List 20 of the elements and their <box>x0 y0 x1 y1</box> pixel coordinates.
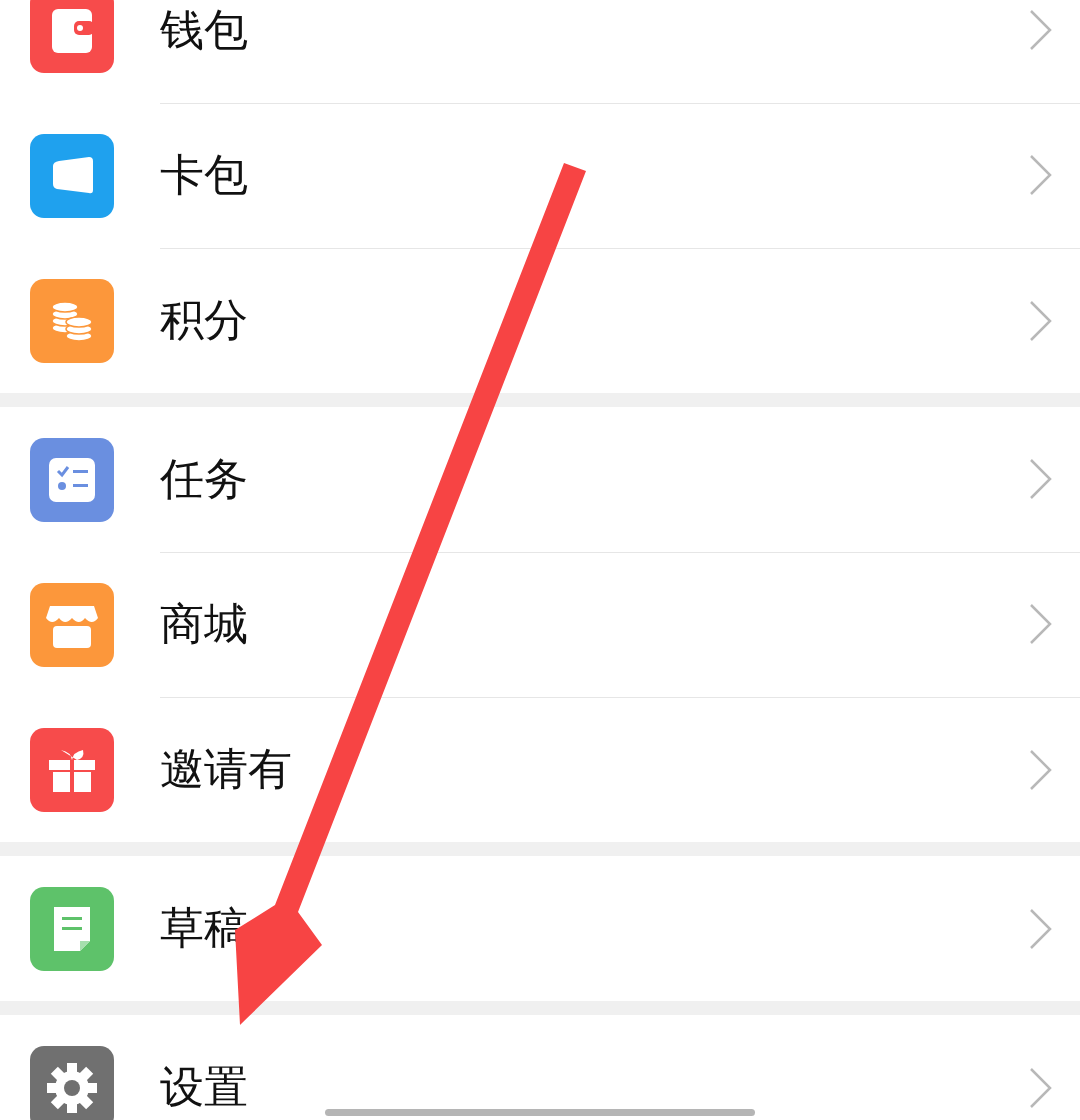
menu-label: 任务 <box>160 454 248 504</box>
chevron-right-icon <box>1028 1065 1054 1110</box>
menu-label: 积分 <box>160 296 248 345</box>
menu-label: 钱包 <box>160 5 248 55</box>
menu-label: 设置 <box>160 1063 248 1112</box>
chevron-right-icon <box>1028 8 1054 52</box>
chevron-right-icon <box>1028 153 1054 197</box>
menu-item[interactable]: 钱包 <box>0 0 1080 103</box>
chevron-right-icon <box>1028 457 1054 501</box>
wallet-icon <box>50 6 94 55</box>
menu-label: 卡包 <box>160 150 248 200</box>
menu-label: 邀请有 <box>160 745 292 794</box>
chevron-right-icon <box>1028 298 1054 343</box>
chevron-right-icon <box>1028 602 1054 646</box>
chevron-right-icon <box>1028 906 1054 951</box>
chevron-right-icon <box>1028 747 1054 792</box>
document-icon <box>52 904 92 953</box>
menu-label: 商城 <box>160 599 248 649</box>
settings-icon <box>46 1061 98 1114</box>
checklist-icon <box>49 457 95 502</box>
